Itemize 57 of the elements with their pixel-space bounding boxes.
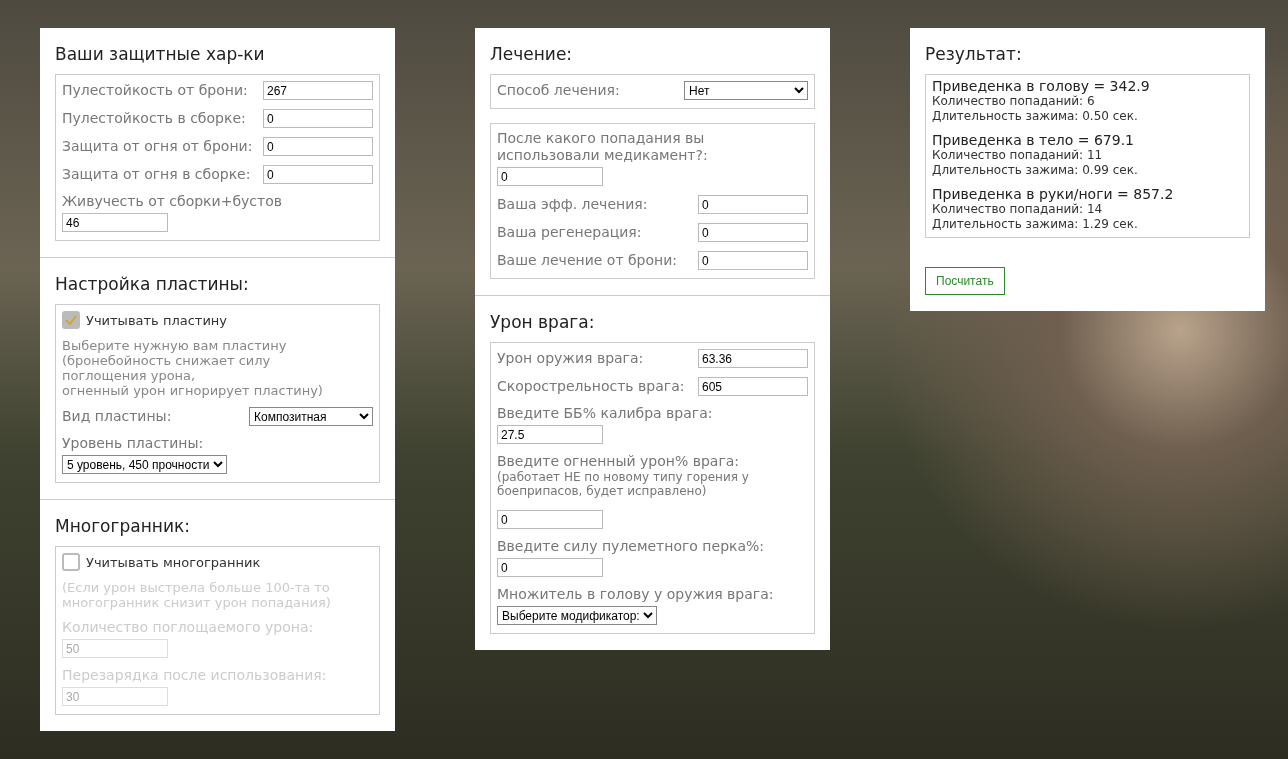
input-field[interactable]: 0	[698, 223, 808, 242]
section-title: Многогранник:	[55, 516, 191, 536]
field-label: Пулестойкость в сборке:	[62, 110, 246, 127]
input-field[interactable]: 0	[497, 510, 603, 529]
field-label: Защита от огня в сборке:	[62, 166, 251, 183]
calculate-button[interactable]: Посчитать	[925, 267, 1005, 295]
select-field[interactable]: 5 уровень, 450 прочности	[62, 455, 227, 474]
section-title: Настройка пластины:	[55, 274, 250, 294]
field-label: Защита от огня от брони:	[62, 138, 253, 155]
section-title: Урон врага:	[490, 312, 596, 332]
result-detail: Длительность зажима: 1.29 сек.	[932, 217, 1139, 232]
field-label: Множитель в голову у оружия врага:	[497, 586, 774, 603]
input-field[interactable]: 605	[698, 377, 808, 396]
result-detail: Количество попаданий: 6	[932, 94, 1096, 109]
checkbox-label: Учитывать пластину	[86, 312, 228, 328]
result-detail: Количество попаданий: 11	[932, 148, 1104, 163]
section-title: Результат:	[925, 44, 1023, 64]
input-field[interactable]: 0	[698, 251, 808, 270]
field-label: Ваша эфф. лечения:	[497, 196, 648, 213]
result-heading: Приведенка в руки/ноги = 857.2	[932, 186, 1175, 202]
field-label: Введите огненный урон% врага:	[497, 453, 741, 470]
field-label: Пулестойкость от брони:	[62, 82, 248, 99]
input-field[interactable]: 63.36	[698, 349, 808, 368]
field-label: Уровень пластины:	[62, 435, 204, 452]
field-label: Введите ББ% калибра врага:	[497, 405, 713, 422]
select-field[interactable]: Нет	[684, 81, 808, 100]
checkbox[interactable]	[62, 311, 80, 329]
result-detail: Длительность зажима: 0.50 сек.	[932, 109, 1139, 124]
input-field[interactable]: 0	[263, 165, 373, 184]
field-label: Введите силу пулеметного перка%:	[497, 538, 765, 555]
input-field[interactable]: 27.5	[497, 425, 603, 444]
field-label: Ваша регенерация:	[497, 224, 642, 241]
input-field[interactable]: 0	[263, 137, 373, 156]
result-heading: Приведенка в голову = 342.9	[932, 78, 1151, 94]
section-title: Лечение:	[490, 44, 574, 64]
field-label: Вид пластины:	[62, 408, 172, 425]
input-field[interactable]: 0	[497, 558, 603, 577]
field-label: Живучесть от сборки+бустов	[62, 193, 282, 210]
field-label: Способ лечения:	[497, 82, 620, 99]
result-heading: Приведенка в тело = 679.1	[932, 132, 1135, 148]
input-field[interactable]: 0	[263, 109, 373, 128]
input-field[interactable]: 267	[263, 81, 373, 100]
select-field[interactable]: Выберите модификатор:	[497, 606, 657, 625]
field-label: Ваше лечение от брони:	[497, 252, 678, 269]
field-label: Скорострельность врага:	[497, 378, 685, 395]
field-label: После какого попадания вы использовали медикамент?:	[497, 130, 708, 164]
section-title: Ваши защитные хар-ки	[55, 44, 266, 64]
field-note: (работает НЕ по новому типу горения у боеприпасов, будет исправлено)	[497, 470, 750, 498]
input-field[interactable]: 0	[497, 167, 603, 186]
result-detail: Количество попаданий: 14	[932, 202, 1104, 217]
result-detail: Длительность зажима: 0.99 сек.	[932, 163, 1139, 178]
select-field[interactable]: Композитная	[249, 407, 373, 426]
input-field[interactable]: 46	[62, 213, 168, 232]
input-field[interactable]: 0	[698, 195, 808, 214]
field-label: Урон оружия врага:	[497, 350, 644, 367]
checkbox-label: Учитывать многогранник	[86, 554, 261, 570]
hint-text: Выберите нужную вам пластину (бронебойность снижает силу поглощения урона, огненный урон игнорирует пластину)	[62, 338, 324, 398]
